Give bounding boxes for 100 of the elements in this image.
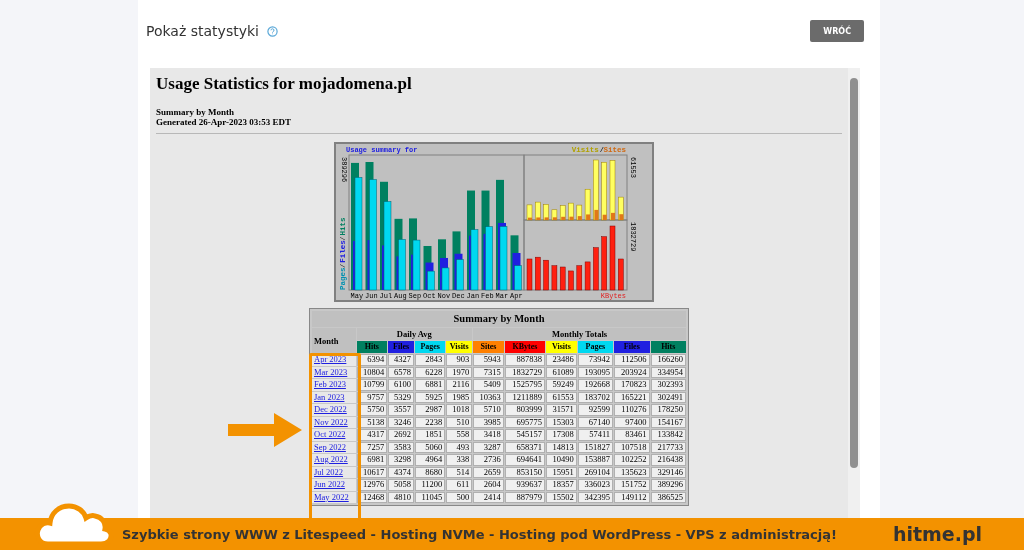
table-cell: 10363 — [473, 391, 504, 403]
column-header: Sites — [473, 341, 504, 353]
table-cell: 3287 — [473, 441, 504, 453]
table-cell: 1970 — [446, 366, 473, 378]
table-cell: 2692 — [388, 429, 415, 441]
table-cell: 3985 — [473, 416, 504, 428]
table-cell: 216438 — [650, 454, 686, 466]
table-cell: 15502 — [546, 491, 577, 503]
table-cell: 4374 — [388, 466, 415, 478]
table-cell: 887979 — [504, 491, 545, 503]
table-cell: 14813 — [546, 441, 577, 453]
table-cell: 12976 — [356, 479, 388, 491]
table-cell: 2116 — [446, 379, 473, 391]
table-cell: 8680 — [415, 466, 446, 478]
table-cell: 151752 — [614, 479, 650, 491]
table-cell: 853150 — [504, 466, 545, 478]
table-cell: 1525795 — [504, 379, 545, 391]
table-cell: 6578 — [388, 366, 415, 378]
column-header: Pages — [415, 341, 446, 353]
column-header: KBytes — [504, 341, 545, 353]
table-cell: 694641 — [504, 454, 545, 466]
table-cell: 5750 — [356, 404, 388, 416]
table-cell: 11045 — [415, 491, 446, 503]
report-title: Usage Statistics for mojadomena.pl — [156, 74, 413, 94]
table-cell: 135623 — [614, 466, 650, 478]
scrollbar[interactable] — [848, 68, 860, 518]
table-cell: 5925 — [415, 391, 446, 403]
table-cell: 2843 — [415, 354, 446, 366]
table-cell: 338 — [446, 454, 473, 466]
table-cell: 658371 — [504, 441, 545, 453]
table-cell: 3246 — [388, 416, 415, 428]
table-cell: 6394 — [356, 354, 388, 366]
column-header: Files — [614, 341, 650, 353]
table-cell: 1211889 — [504, 391, 545, 403]
table-cell: 6981 — [356, 454, 388, 466]
table-cell: 6228 — [415, 366, 446, 378]
table-cell: 4327 — [388, 354, 415, 366]
promo-banner[interactable]: Szybkie strony WWW z Litespeed - Hosting NVMe - Hosting pod WordPress - VPS z administracją! hitme.pl — [0, 518, 1024, 550]
column-header: Files — [388, 341, 415, 353]
table-cell: 1851 — [415, 429, 446, 441]
table-cell: 4810 — [388, 491, 415, 503]
table-cell: 514 — [446, 466, 473, 478]
table-cell: 10490 — [546, 454, 577, 466]
table-cell: 334954 — [650, 366, 686, 378]
table-cell: 269104 — [577, 466, 614, 478]
table-cell: 302491 — [650, 391, 686, 403]
table-cell: 3298 — [388, 454, 415, 466]
help-icon[interactable] — [266, 25, 278, 37]
table-cell: 3557 — [388, 404, 415, 416]
column-header: Visits — [546, 341, 577, 353]
table-cell: 342395 — [577, 491, 614, 503]
table-cell: 5060 — [415, 441, 446, 453]
table-cell: 165221 — [614, 391, 650, 403]
table-cell: 10799 — [356, 379, 388, 391]
table-cell: 92599 — [577, 404, 614, 416]
group-header: Monthly Totals — [473, 328, 686, 340]
table-cell: 133842 — [650, 429, 686, 441]
table-cell: 389296 — [650, 479, 686, 491]
table-cell: 5058 — [388, 479, 415, 491]
table-caption: Summary by Month — [312, 311, 686, 327]
table-cell: 695775 — [504, 416, 545, 428]
table-cell: 1018 — [446, 404, 473, 416]
table-cell: 887838 — [504, 354, 545, 366]
table-cell: 151827 — [577, 441, 614, 453]
table-cell: 97400 — [614, 416, 650, 428]
page-title: Pokaż statystyki — [146, 23, 259, 39]
table-cell: 939637 — [504, 479, 545, 491]
column-header: Visits — [446, 341, 473, 353]
table-cell: 2414 — [473, 491, 504, 503]
table-cell: 386525 — [650, 491, 686, 503]
table-cell: 5710 — [473, 404, 504, 416]
table-cell: 59249 — [546, 379, 577, 391]
generated-date: Generated 26-Apr-2023 03:53 EDT — [156, 117, 292, 127]
table-cell: 18357 — [546, 479, 577, 491]
table-cell: 149112 — [614, 491, 650, 503]
table-cell: 3583 — [388, 441, 415, 453]
table-cell: 336023 — [577, 479, 614, 491]
table-cell: 217733 — [650, 441, 686, 453]
table-cell: 329146 — [650, 466, 686, 478]
table-cell: 15303 — [546, 416, 577, 428]
table-cell: 1832729 — [504, 366, 545, 378]
table-cell: 112506 — [614, 354, 650, 366]
brand-name: hitme.pl — [892, 523, 983, 545]
column-header: Hits — [356, 341, 388, 353]
table-cell: 6881 — [415, 379, 446, 391]
table-cell: 193095 — [577, 366, 614, 378]
table-cell: 5409 — [473, 379, 504, 391]
back-button[interactable]: WRÓĆ — [810, 20, 864, 42]
table-cell: 110276 — [614, 404, 650, 416]
table-cell: 2604 — [473, 479, 504, 491]
table-cell: 73942 — [577, 354, 614, 366]
table-cell: 3418 — [473, 429, 504, 441]
table-cell: 500 — [446, 491, 473, 503]
table-cell: 4317 — [356, 429, 388, 441]
table-cell: 11200 — [415, 479, 446, 491]
table-cell: 67140 — [577, 416, 614, 428]
table-cell: 1985 — [446, 391, 473, 403]
table-cell: 170823 — [614, 379, 650, 391]
table-cell: 2659 — [473, 466, 504, 478]
banner-text: Szybkie strony WWW z Litespeed - Hosting NVMe - Hosting pod WordPress - VPS z administracją! — [122, 526, 837, 542]
